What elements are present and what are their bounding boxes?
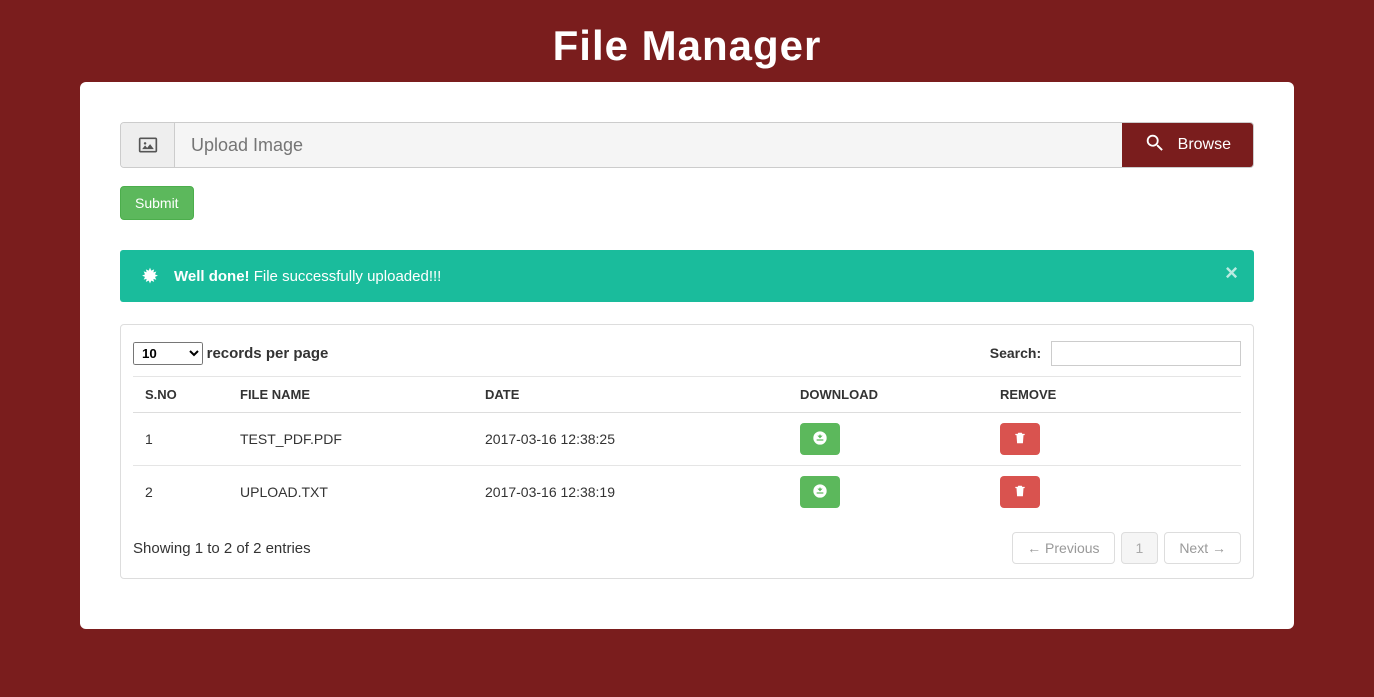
th-date[interactable]: DATE [473, 377, 788, 413]
file-table: S.NO FILE NAME DATE DOWNLOAD REMOVE 1 TE… [133, 376, 1241, 518]
cell-file: UPLOAD.TXT [228, 466, 473, 519]
th-download[interactable]: DOWNLOAD [788, 377, 988, 413]
download-icon [812, 483, 828, 502]
alert-text: Well done! File successfully uploaded!!! [174, 268, 441, 285]
image-icon [121, 123, 175, 167]
download-button[interactable] [800, 423, 840, 455]
th-file[interactable]: FILE NAME [228, 377, 473, 413]
trash-icon [1013, 483, 1027, 502]
cell-file: TEST_PDF.PDF [228, 413, 473, 466]
browse-button[interactable]: Browse [1122, 123, 1253, 167]
records-label: records per page [207, 345, 329, 362]
download-button[interactable] [800, 476, 840, 508]
alert-success: Well done! File successfully uploaded!!!… [120, 250, 1254, 302]
pagination: ← Previous 1 Next → [1012, 532, 1241, 564]
search-label: Search: [990, 345, 1041, 361]
remove-button[interactable] [1000, 476, 1040, 508]
records-per-page: 10 records per page [133, 342, 328, 365]
table-panel: 10 records per page Search: S.NO FILE NA… [120, 324, 1254, 579]
search-input[interactable] [1051, 341, 1241, 366]
page-button[interactable]: 1 [1121, 532, 1159, 564]
trash-icon [1013, 430, 1027, 449]
upload-input[interactable] [175, 123, 1122, 167]
cell-sno: 2 [133, 466, 228, 519]
table-row: 1 TEST_PDF.PDF 2017-03-16 12:38:25 [133, 413, 1241, 466]
main-panel: Browse Submit Well done! File successful… [80, 82, 1294, 629]
search-box: Search: [990, 341, 1241, 366]
th-remove[interactable]: REMOVE [988, 377, 1241, 413]
search-icon [1144, 132, 1166, 159]
remove-button[interactable] [1000, 423, 1040, 455]
cell-sno: 1 [133, 413, 228, 466]
records-select[interactable]: 10 [133, 342, 203, 365]
browse-label: Browse [1178, 136, 1231, 154]
upload-bar: Browse [120, 122, 1254, 168]
page-title: File Manager [0, 0, 1374, 82]
close-icon[interactable]: × [1225, 262, 1238, 284]
star-icon [140, 266, 160, 286]
next-button[interactable]: Next → [1164, 532, 1241, 564]
download-icon [812, 430, 828, 449]
th-sno[interactable]: S.NO [133, 377, 228, 413]
table-row: 2 UPLOAD.TXT 2017-03-16 12:38:19 [133, 466, 1241, 519]
cell-date: 2017-03-16 12:38:19 [473, 466, 788, 519]
prev-button[interactable]: ← Previous [1012, 532, 1114, 564]
submit-button[interactable]: Submit [120, 186, 194, 220]
table-info: Showing 1 to 2 of 2 entries [133, 540, 311, 557]
cell-date: 2017-03-16 12:38:25 [473, 413, 788, 466]
